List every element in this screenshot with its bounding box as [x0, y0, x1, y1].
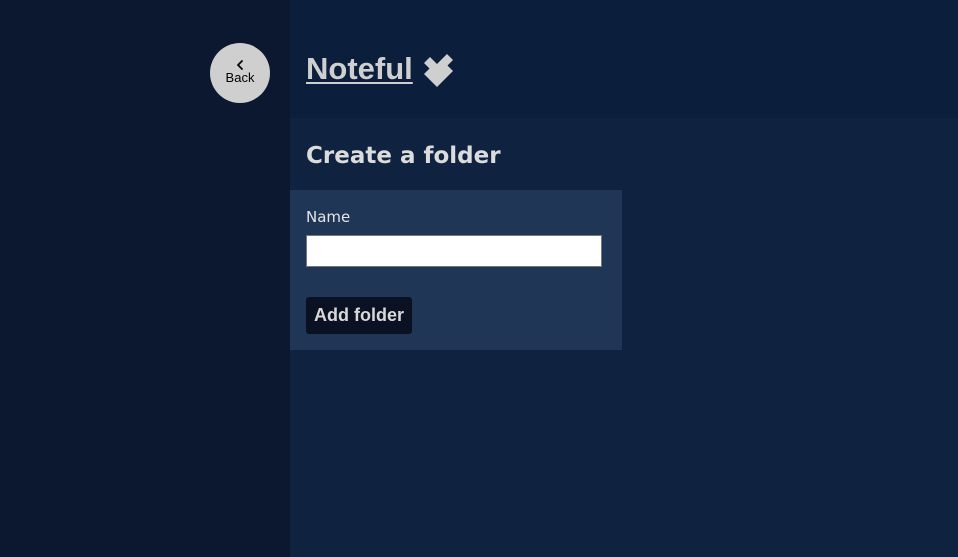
app-title: Noteful [306, 50, 455, 88]
back-button[interactable]: Back [210, 43, 270, 103]
name-label: Name [306, 208, 351, 226]
chevron-left-icon [237, 59, 243, 70]
create-folder-form: Name Add folder [290, 190, 622, 350]
add-folder-button[interactable]: Add folder [306, 297, 412, 334]
double-check-icon [423, 54, 453, 87]
folder-name-input[interactable] [306, 235, 602, 267]
back-button-label: Back [225, 69, 255, 85]
page-title: Create a folder [306, 143, 501, 169]
app-title-link[interactable]: Noteful [306, 50, 413, 88]
